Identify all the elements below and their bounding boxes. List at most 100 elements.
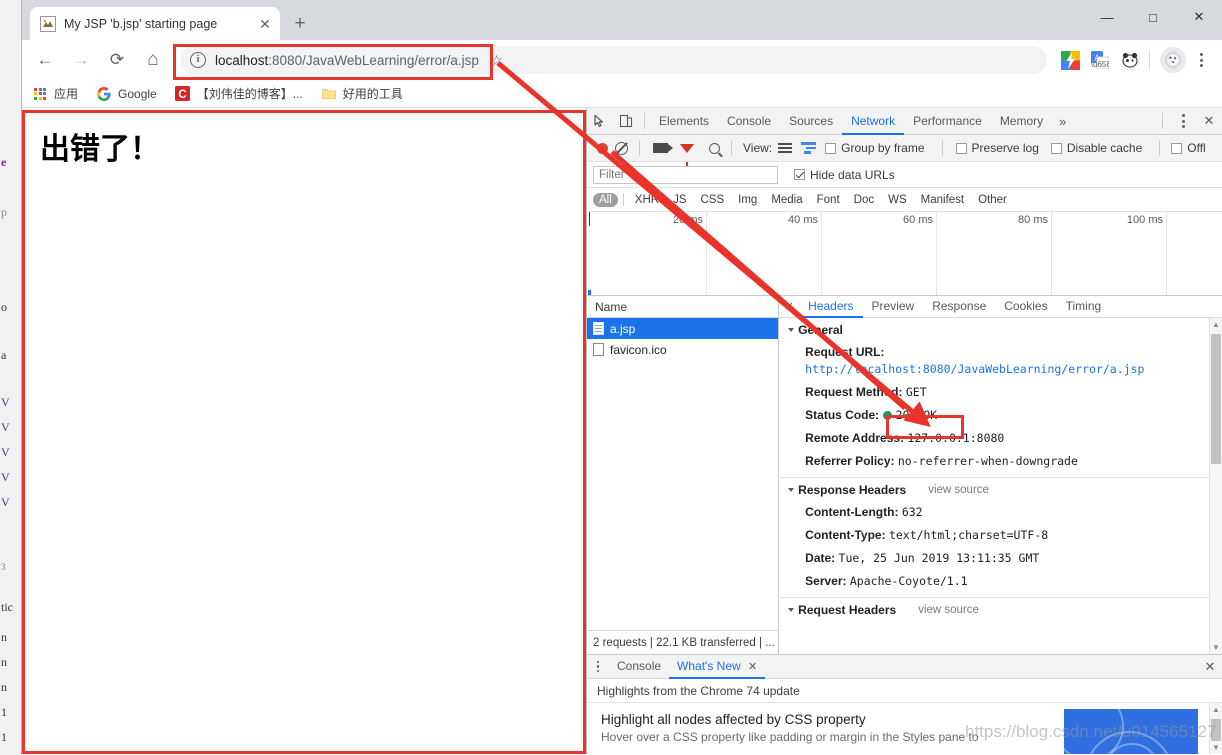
headers-scroll-region[interactable]: General Request URL: http://localhost:80… <box>779 318 1222 654</box>
drawer-tab-whats-new[interactable]: What's New ✕ <box>669 655 766 679</box>
group-by-frame-checkbox[interactable] <box>825 142 837 154</box>
capture-screenshots-icon[interactable] <box>653 143 673 153</box>
content-area: 出错了！ Elements Console Sources Network Pe… <box>22 108 1222 754</box>
drawer-tab-close-icon[interactable]: ✕ <box>748 661 757 673</box>
forward-button[interactable]: → <box>66 45 96 75</box>
type-filter-font[interactable]: Font <box>811 193 846 207</box>
detail-tab-headers[interactable]: Headers <box>799 296 863 318</box>
view-source-link[interactable]: view source <box>928 484 989 496</box>
drawer-menu-icon[interactable] <box>587 660 609 673</box>
table-row[interactable]: a.jsp <box>587 318 779 339</box>
reload-button[interactable]: ⟳ <box>102 45 132 75</box>
extension-lightning-icon[interactable] <box>1057 47 1083 73</box>
bookmark-folder-tools[interactable]: 好用的工具 <box>321 85 403 102</box>
chevron-down-icon <box>788 488 795 492</box>
toggle-device-toolbar-icon[interactable] <box>613 108 639 134</box>
list-view-icon[interactable] <box>778 143 793 153</box>
devtools-tab-network[interactable]: Network <box>842 108 905 135</box>
offline-checkbox[interactable] <box>1171 142 1183 154</box>
devtools-tab-console[interactable]: Console <box>718 108 780 135</box>
table-row[interactable]: favicon.ico <box>587 339 778 360</box>
option-disable-cache[interactable]: Disable cache <box>1050 141 1142 155</box>
header-row-content-length: Content-Length: 632 <box>779 501 1222 524</box>
inspect-element-icon[interactable] <box>587 108 613 134</box>
bookmark-apps[interactable]: 应用 <box>32 85 78 102</box>
scroll-down-icon[interactable]: ▼ <box>1210 641 1222 654</box>
chrome-menu-button[interactable] <box>1188 53 1214 67</box>
type-filter-doc[interactable]: Doc <box>848 193 880 207</box>
drawer-tab-console[interactable]: Console <box>609 655 669 679</box>
type-filter-img[interactable]: Img <box>732 193 763 207</box>
section-request-headers-header[interactable]: Request Headers view source <box>779 598 1222 621</box>
devtools-tab-elements[interactable]: Elements <box>650 108 718 135</box>
type-filter-ws[interactable]: WS <box>882 193 913 207</box>
bookmark-google[interactable]: Google <box>96 86 157 102</box>
timeline-tick-60: 60 ms <box>903 214 933 226</box>
record-button-icon[interactable] <box>597 142 608 154</box>
devtools-tab-sources[interactable]: Sources <box>780 108 842 135</box>
waterfall-view-icon[interactable] <box>801 142 817 154</box>
csdn-icon: C <box>175 86 191 102</box>
type-filter-js[interactable]: JS <box>667 193 692 207</box>
drawer-close-icon[interactable]: ✕ <box>1198 659 1222 675</box>
option-offline[interactable]: Offl <box>1171 141 1206 155</box>
site-info-icon[interactable]: i <box>190 52 206 68</box>
headers-scrollbar[interactable]: ▲ ▼ <box>1209 318 1222 654</box>
bookmark-star-icon[interactable]: ☆ <box>479 52 503 69</box>
scroll-down-icon[interactable]: ▼ <box>1210 741 1222 754</box>
header-value[interactable]: http://localhost:8080/JavaWebLearning/er… <box>805 362 1144 376</box>
bookmark-label: 【刘伟佳的博客】... <box>196 87 303 101</box>
new-tab-button[interactable]: + <box>286 9 314 37</box>
minimize-button[interactable]: — <box>1084 0 1130 34</box>
option-hide-data-urls[interactable]: Hide data URLs <box>794 168 895 182</box>
google-translate-icon[interactable]: A \u6587 <box>1087 47 1113 73</box>
hide-data-urls-checkbox[interactable] <box>794 169 805 180</box>
maximize-button[interactable]: □ <box>1130 0 1176 34</box>
filter-icon[interactable] <box>680 143 694 166</box>
detail-close-icon[interactable]: ✕ <box>779 300 799 313</box>
option-group-by-frame[interactable]: Group by frame <box>825 141 925 155</box>
type-filter-css[interactable]: CSS <box>694 193 730 207</box>
section-general-header[interactable]: General <box>779 318 1222 341</box>
home-button[interactable]: ⌂ <box>138 45 168 75</box>
option-preserve-log[interactable]: Preserve log <box>955 141 1039 155</box>
network-toolbar-divider-3 <box>941 140 943 156</box>
devtools-tab-memory[interactable]: Memory <box>991 108 1052 135</box>
back-button[interactable]: ← <box>30 45 60 75</box>
type-filter-media[interactable]: Media <box>765 193 808 207</box>
type-filter-xhr[interactable]: XHR <box>629 193 665 207</box>
scroll-up-icon[interactable]: ▲ <box>1210 703 1222 716</box>
devtools-tab-performance[interactable]: Performance <box>904 108 991 135</box>
disable-cache-checkbox[interactable] <box>1050 142 1062 154</box>
close-window-button[interactable]: ✕ <box>1176 0 1222 34</box>
type-filter-manifest[interactable]: Manifest <box>915 193 970 207</box>
tab-close-icon[interactable]: ✕ <box>256 15 274 33</box>
view-source-link[interactable]: view source <box>918 604 979 616</box>
devtools-menu-icon[interactable] <box>1170 114 1196 128</box>
bookmark-csdn[interactable]: C 【刘伟佳的博客】... <box>175 85 303 102</box>
filter-input[interactable] <box>593 165 778 184</box>
timeline-tick-80: 80 ms <box>1018 214 1048 226</box>
detail-tab-cookies[interactable]: Cookies <box>995 296 1056 318</box>
type-filter-other[interactable]: Other <box>972 193 1013 207</box>
preserve-log-checkbox[interactable] <box>955 142 967 154</box>
clear-requests-icon[interactable] <box>615 141 628 155</box>
type-filter-all[interactable]: All <box>593 192 618 207</box>
requests-column-header[interactable]: Name <box>587 296 779 318</box>
devtools-more-tabs-icon[interactable]: » <box>1052 114 1073 129</box>
section-response-headers-header[interactable]: Response Headers view source <box>779 478 1222 501</box>
detail-tab-response[interactable]: Response <box>923 296 995 318</box>
detail-tab-timing[interactable]: Timing <box>1057 296 1111 318</box>
detail-tab-preview[interactable]: Preview <box>863 296 924 318</box>
network-timeline[interactable]: 20 ms 40 ms 60 ms 80 ms 100 ms <box>587 212 1222 296</box>
network-toolbar: View: Group by frame Preserve log Disabl… <box>587 135 1222 166</box>
extension-panda-icon[interactable] <box>1117 47 1143 73</box>
scrollbar-thumb[interactable] <box>1211 334 1221 464</box>
profile-avatar[interactable] <box>1160 47 1186 73</box>
scroll-up-icon[interactable]: ▲ <box>1210 318 1222 331</box>
devtools-close-icon[interactable]: ✕ <box>1196 108 1222 134</box>
browser-tab[interactable]: My JSP 'b.jsp' starting page ✕ <box>30 7 280 40</box>
search-icon[interactable] <box>709 142 720 154</box>
document-icon <box>593 322 604 335</box>
address-bar[interactable]: i localhost:8080/JavaWebLearning/error/a… <box>180 46 1047 74</box>
